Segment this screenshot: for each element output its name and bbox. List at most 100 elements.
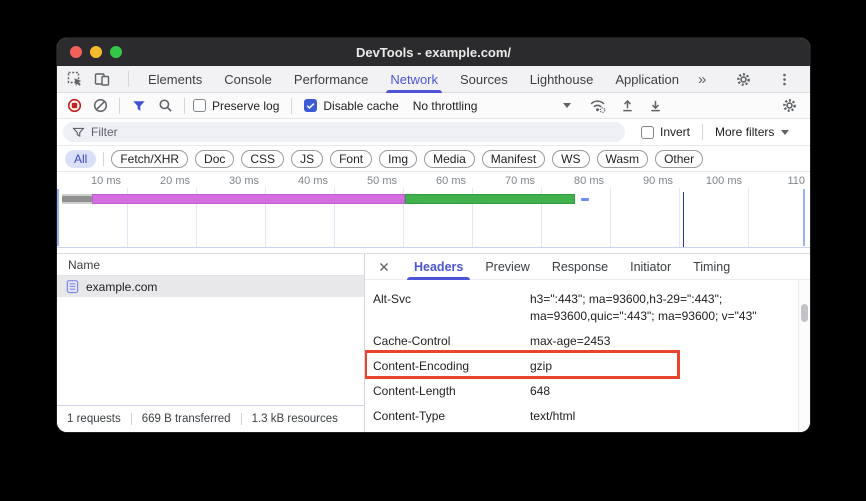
scrollbar-thumb[interactable] <box>801 304 808 322</box>
header-row-content-length[interactable]: Content-Length 648 <box>365 379 794 404</box>
name-column-label: Name <box>68 258 100 272</box>
tab-label: Console <box>224 72 272 87</box>
filter-input[interactable] <box>91 125 617 139</box>
tab-lighthouse[interactable]: Lighthouse <box>519 66 605 93</box>
close-window-button[interactable] <box>70 46 82 58</box>
tab-response[interactable]: Response <box>541 254 619 280</box>
traffic-lights <box>70 46 122 58</box>
divider <box>119 98 120 114</box>
header-row-cache-control[interactable]: Cache-Control max-age=2453 <box>365 329 794 354</box>
chip-ws[interactable]: WS <box>552 150 589 168</box>
devtools-window: DevTools - example.com/ Elements Console… <box>57 38 810 432</box>
gridline <box>748 188 749 247</box>
tab-label: Performance <box>294 72 368 87</box>
waterfall-download-segment <box>581 198 589 201</box>
disable-cache-checkbox[interactable] <box>304 99 317 112</box>
overview-waterfall-bar <box>62 194 575 204</box>
zoom-window-button[interactable] <box>110 46 122 58</box>
throttling-dropdown[interactable]: No throttling <box>413 99 571 113</box>
chip-css[interactable]: CSS <box>241 150 284 168</box>
request-row[interactable]: example.com <box>57 276 364 297</box>
requests-count: 1 requests <box>57 413 131 425</box>
tab-label: Elements <box>148 72 202 87</box>
chip-media[interactable]: Media <box>424 150 475 168</box>
tab-headers[interactable]: Headers <box>403 254 474 280</box>
document-icon <box>65 279 80 294</box>
tab-performance[interactable]: Performance <box>283 66 379 93</box>
chip-wasm[interactable]: Wasm <box>597 150 649 168</box>
tick-label: 80 ms <box>548 175 604 187</box>
headers-list: Alt-Svc h3=":443"; ma=93600,h3-29=":443"… <box>365 280 810 432</box>
disable-cache-control: Disable cache <box>304 99 398 113</box>
load-event-line <box>683 192 684 247</box>
overview-left-handle[interactable] <box>57 189 59 246</box>
divider <box>128 71 129 87</box>
window-title: DevTools - example.com/ <box>356 45 511 60</box>
header-row-content-encoding[interactable]: Content-Encoding gzip <box>365 354 794 379</box>
tick-label: 30 ms <box>203 175 259 187</box>
more-tabs-button[interactable]: » <box>690 71 714 88</box>
tab-label: Lighthouse <box>530 72 594 87</box>
invert-checkbox[interactable] <box>641 126 654 139</box>
tab-sources[interactable]: Sources <box>449 66 519 93</box>
chip-other[interactable]: Other <box>655 150 703 168</box>
chip-img[interactable]: Img <box>379 150 417 168</box>
header-row-alt-svc[interactable]: Alt-Svc h3=":443"; ma=93600,h3-29=":443"… <box>365 287 794 329</box>
header-name: Content-Length <box>365 383 530 400</box>
search-icon[interactable] <box>154 95 176 117</box>
header-name: Content-Type <box>365 408 530 425</box>
timeline-overview[interactable]: 10 ms 20 ms 30 ms 40 ms 50 ms 60 ms 70 m… <box>57 172 810 254</box>
waterfall-ssl-segment <box>92 194 405 204</box>
preserve-log-checkbox[interactable] <box>193 99 206 112</box>
resources-size: 1.3 kB resources <box>241 413 348 425</box>
chip-js[interactable]: JS <box>291 150 323 168</box>
titlebar: DevTools - example.com/ <box>57 38 810 66</box>
filter-funnel-outline-icon <box>71 125 85 139</box>
tick-label: 70 ms <box>479 175 535 187</box>
chip-doc[interactable]: Doc <box>195 150 234 168</box>
overview-right-handle[interactable] <box>803 189 805 246</box>
chip-fetch-xhr[interactable]: Fetch/XHR <box>111 150 188 168</box>
invert-label: Invert <box>660 125 690 139</box>
network-conditions-icon[interactable] <box>587 95 609 117</box>
tab-application[interactable]: Application <box>604 66 690 93</box>
tab-initiator[interactable]: Initiator <box>619 254 682 280</box>
tick-label: 110 <box>749 175 805 187</box>
clear-icon[interactable] <box>89 95 111 117</box>
minimize-window-button[interactable] <box>90 46 102 58</box>
record-stop-icon[interactable] <box>63 95 85 117</box>
export-har-icon[interactable] <box>645 95 667 117</box>
divider <box>291 98 292 114</box>
chip-all[interactable]: All <box>65 150 96 168</box>
network-settings-gear-icon[interactable] <box>778 95 800 117</box>
close-icon[interactable] <box>373 256 395 278</box>
detail-tabbar: Headers Preview Response Initiator Timin… <box>365 254 810 280</box>
requests-panel: Name example.com 1 requests 669 B transf… <box>57 254 365 432</box>
tick-label: 100 ms <box>686 175 742 187</box>
more-filters-button[interactable]: More filters <box>715 125 789 139</box>
disable-cache-label: Disable cache <box>323 99 398 113</box>
tab-elements[interactable]: Elements <box>137 66 213 93</box>
device-toolbar-icon[interactable] <box>93 70 111 88</box>
divider <box>702 124 703 140</box>
name-column-header[interactable]: Name <box>57 254 364 276</box>
import-har-icon[interactable] <box>617 95 639 117</box>
waterfall-waiting-segment <box>405 194 575 204</box>
tick-label: 10 ms <box>65 175 121 187</box>
tab-timing[interactable]: Timing <box>682 254 741 280</box>
scrollbar[interactable] <box>798 280 810 432</box>
tab-preview[interactable]: Preview <box>474 254 540 280</box>
settings-gear-icon[interactable] <box>734 70 752 88</box>
header-value: h3=":443"; ma=93600,h3-29=":443"; ma=936… <box>530 291 760 325</box>
chip-font[interactable]: Font <box>330 150 372 168</box>
more-filters-label: More filters <box>715 125 774 139</box>
tab-network[interactable]: Network <box>379 66 449 93</box>
inspect-element-icon[interactable] <box>66 70 84 88</box>
tab-console[interactable]: Console <box>213 66 283 93</box>
preserve-log-label: Preserve log <box>212 99 279 113</box>
filter-funnel-icon[interactable] <box>128 95 150 117</box>
header-value: 648 <box>530 383 760 400</box>
header-row-content-type[interactable]: Content-Type text/html <box>365 404 794 429</box>
chip-manifest[interactable]: Manifest <box>482 150 545 168</box>
kebab-menu-icon[interactable] <box>775 70 793 88</box>
